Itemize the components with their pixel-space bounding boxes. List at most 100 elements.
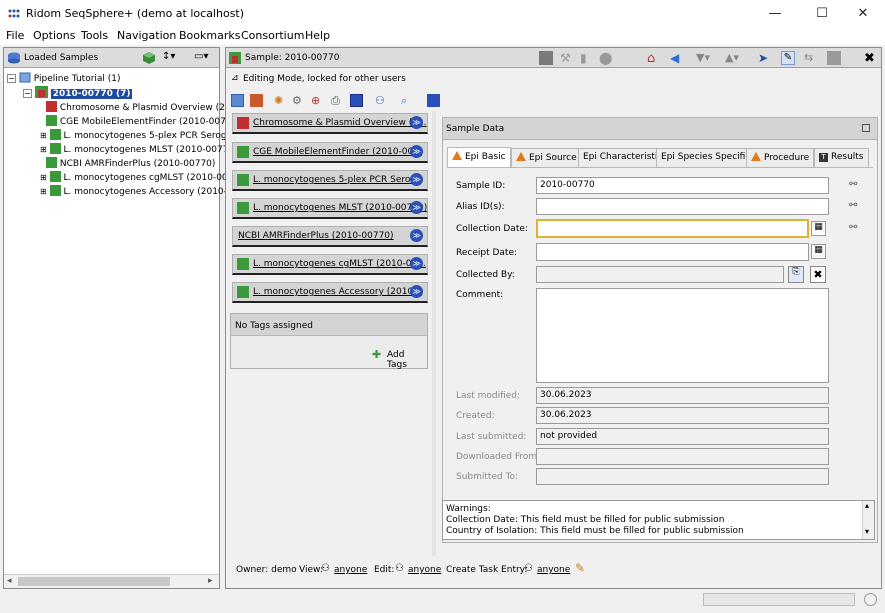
calendar-icon[interactable]: ▦ bbox=[811, 244, 826, 259]
tab-epi-characteristic[interactable]: Epi Characteristic bbox=[578, 148, 668, 167]
module-cge-mobileelementfinder[interactable]: CGE MobileElementFinder (2010-00... ≫ bbox=[232, 142, 428, 163]
save-icon[interactable] bbox=[827, 51, 841, 65]
scroll-left-icon[interactable]: ◂ bbox=[7, 576, 12, 586]
tab-epi-source[interactable]: Epi Source bbox=[511, 148, 582, 167]
edit-icon[interactable]: ✎ bbox=[781, 51, 795, 65]
scroll-up-icon[interactable]: ▴ bbox=[865, 501, 869, 510]
refresh-icon[interactable]: ⇆ bbox=[804, 51, 818, 65]
search-icon[interactable]: ⌕ bbox=[401, 94, 414, 107]
module-5plex-pcr[interactable]: L. monocytogenes 5-plex PCR Sero... ≫ bbox=[232, 170, 428, 191]
collapse-icon[interactable]: − bbox=[23, 89, 32, 98]
expand-icon[interactable]: ≫ bbox=[410, 145, 423, 158]
edit-permissions-icon[interactable]: ✎ bbox=[575, 561, 585, 575]
link-icon[interactable]: ⚯ bbox=[849, 200, 857, 211]
hammer-icon[interactable]: ⚒ bbox=[560, 51, 574, 65]
expand-icon[interactable]: ≫ bbox=[410, 201, 423, 214]
mail-icon[interactable] bbox=[350, 94, 363, 107]
cube-icon[interactable] bbox=[142, 51, 156, 65]
module-ncbi-amrfinderplus[interactable]: NCBI AMRFinderPlus (2010-00770) ≫ bbox=[232, 226, 428, 247]
up-icon[interactable]: ▲▾ bbox=[725, 51, 739, 65]
pdf-icon[interactable] bbox=[427, 94, 440, 107]
expand-icon[interactable]: ⊞ bbox=[40, 173, 47, 182]
tags-box: No Tags assigned ✚ Add Tags bbox=[230, 313, 428, 370]
collection-date-field[interactable] bbox=[536, 219, 809, 238]
link-icon[interactable]: ⚯ bbox=[849, 222, 857, 233]
target-icon[interactable]: ⊕ bbox=[311, 94, 324, 107]
tree-item[interactable]: NCBI AMRFinderPlus (2010-00770) bbox=[46, 157, 215, 169]
calendar-icon[interactable]: ▦ bbox=[811, 221, 826, 236]
menu-consortium[interactable]: Consortium bbox=[241, 29, 304, 42]
add-tags-icon[interactable]: ✚ bbox=[372, 348, 381, 361]
view-permission-link[interactable]: anyone bbox=[334, 565, 367, 575]
tree-item[interactable]: ⊞ L. monocytogenes cgMLST (2010-007 bbox=[40, 171, 233, 183]
maximize-icon[interactable] bbox=[862, 124, 870, 132]
close-icon[interactable]: ✕ bbox=[853, 6, 873, 21]
module-chromosome-plasmid[interactable]: Chromosome & Plasmid Overview (2... ≫ bbox=[232, 113, 428, 134]
minimize-icon[interactable]: — bbox=[765, 6, 785, 21]
menu-navigation[interactable]: Navigation bbox=[117, 29, 176, 42]
gear-icon[interactable]: ⬤ bbox=[599, 51, 613, 65]
clear-icon[interactable]: ✖ bbox=[810, 266, 826, 283]
down-icon[interactable]: ▼▾ bbox=[696, 51, 710, 65]
tree-item[interactable]: CGE MobileElementFinder (2010-007 bbox=[46, 115, 226, 127]
binoculars-icon[interactable]: ⚇ bbox=[375, 94, 388, 107]
sample-id-field[interactable]: 2010-00770 bbox=[536, 177, 829, 194]
tree-item[interactable]: ⊞ L. monocytogenes Accessory (2010-0 bbox=[40, 185, 233, 197]
menu-options[interactable]: Options bbox=[33, 29, 75, 42]
horizontal-scrollbar[interactable]: ◂ ▸ bbox=[4, 574, 219, 588]
tree-item[interactable]: Chromosome & Plasmid Overview (2 bbox=[46, 101, 225, 113]
maximize-icon[interactable]: ☐ bbox=[812, 6, 832, 21]
attachment-icon[interactable]: ⎙ bbox=[331, 94, 344, 107]
edit-permission-link[interactable]: anyone bbox=[408, 565, 441, 575]
tree-item[interactable]: ⊞ L. monocytogenes MLST (2010-00770 bbox=[40, 143, 234, 155]
tab-epi-species-specific[interactable]: Epi Species Specific bbox=[656, 148, 756, 167]
collapse-icon[interactable]: − bbox=[7, 74, 16, 83]
expand-icon[interactable]: ≫ bbox=[410, 229, 423, 242]
tree-node-root[interactable]: − Pipeline Tutorial (1) bbox=[7, 72, 121, 84]
expand-icon[interactable]: ≫ bbox=[410, 257, 423, 270]
gear-icon[interactable]: ✺ bbox=[274, 94, 287, 107]
edit-module-icon[interactable] bbox=[250, 94, 263, 107]
module-mlst[interactable]: L. monocytogenes MLST (2010-00770) ≫ bbox=[232, 198, 428, 219]
tree-node-sample[interactable]: − 2010-00770 (7) bbox=[23, 86, 133, 99]
export-icon[interactable] bbox=[539, 51, 553, 65]
warnings-scrollbar[interactable]: ▴ ▾ bbox=[862, 501, 874, 539]
expand-icon[interactable]: ≫ bbox=[410, 116, 423, 129]
module-accessory[interactable]: L. monocytogenes Accessory (2010... ≫ bbox=[232, 282, 428, 303]
home-icon[interactable]: ⌂ bbox=[647, 51, 661, 66]
settings-icon[interactable]: ⚙ bbox=[292, 94, 305, 107]
scrollbar-thumb[interactable] bbox=[18, 577, 170, 586]
task-entry-permission-link[interactable]: anyone bbox=[537, 565, 570, 575]
module-cgmlst[interactable]: L. monocytogenes cgMLST (2010-00... ≫ bbox=[232, 254, 428, 275]
select-contact-icon[interactable]: ⎘ bbox=[788, 266, 804, 283]
tab-results[interactable]: T Results bbox=[814, 148, 869, 167]
tree-item[interactable]: ⊞ L. monocytogenes 5-plex PCR Serogr bbox=[40, 129, 230, 141]
scroll-right-icon[interactable]: ▸ bbox=[208, 576, 213, 586]
expand-icon[interactable]: ⊞ bbox=[40, 187, 47, 196]
collected-by-field[interactable] bbox=[536, 266, 784, 283]
menu-file[interactable]: File bbox=[6, 29, 24, 42]
sort-icon[interactable]: ↕▾ bbox=[162, 51, 175, 62]
expand-icon[interactable]: ≫ bbox=[410, 285, 423, 298]
report-icon[interactable] bbox=[231, 94, 244, 107]
forward-icon[interactable]: ➤ bbox=[758, 51, 772, 65]
tab-procedure[interactable]: Procedure bbox=[746, 148, 815, 167]
paint-icon[interactable]: ▮ bbox=[580, 51, 594, 65]
receipt-date-field[interactable] bbox=[536, 243, 809, 261]
tab-epi-basic[interactable]: Epi Basic bbox=[447, 147, 511, 168]
view-options-icon[interactable]: ▭▾ bbox=[194, 51, 208, 62]
expand-icon[interactable]: ≫ bbox=[410, 173, 423, 186]
menu-tools[interactable]: Tools bbox=[81, 29, 108, 42]
link-icon[interactable]: ⚯ bbox=[849, 179, 857, 190]
alias-id-field[interactable] bbox=[536, 198, 829, 215]
menu-bookmarks[interactable]: Bookmarks bbox=[179, 29, 240, 42]
expand-icon[interactable]: ⊞ bbox=[40, 131, 47, 140]
add-tags-button[interactable]: Add Tags bbox=[387, 350, 427, 370]
comment-field[interactable] bbox=[536, 288, 829, 383]
scroll-down-icon[interactable]: ▾ bbox=[865, 527, 869, 536]
close-panel-icon[interactable]: ✖ bbox=[864, 51, 878, 66]
back-icon[interactable]: ◀ bbox=[670, 51, 684, 65]
expand-icon[interactable]: ⊞ bbox=[40, 145, 47, 154]
splitter[interactable] bbox=[432, 111, 436, 556]
menu-help[interactable]: Help bbox=[305, 29, 330, 42]
